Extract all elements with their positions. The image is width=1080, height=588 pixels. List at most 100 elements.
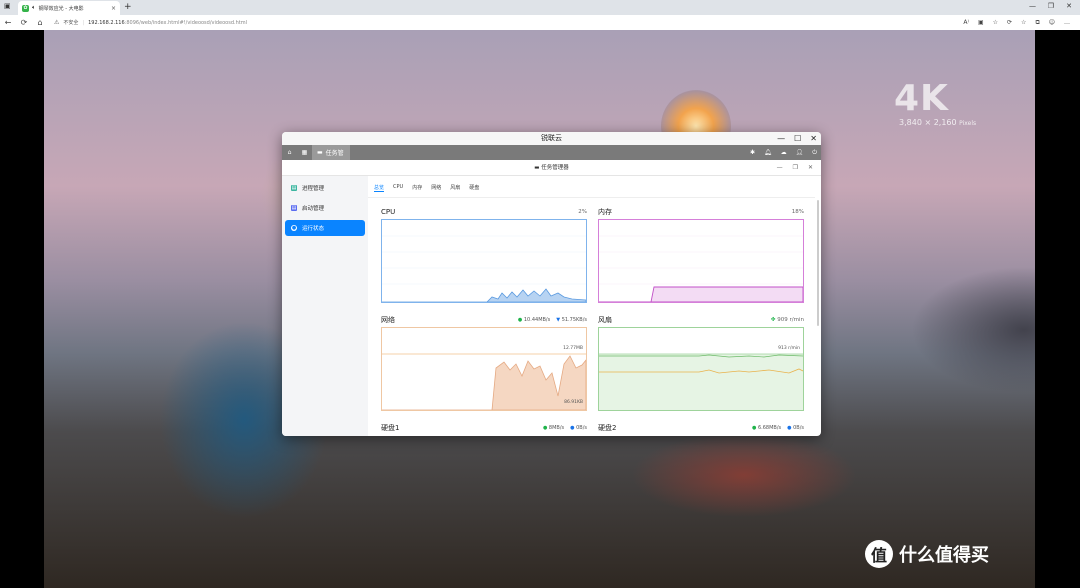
fan-label: 风扇	[598, 316, 612, 324]
memory-header: 内存 18%	[598, 206, 804, 218]
toolbar-right-icons: ✱ 🔔︎ ☁ 👤︎ ⏻	[750, 145, 817, 160]
fan-chart: 913 r/min	[598, 327, 804, 411]
network-panel: 网络 ● 10.44MB/s ▼ 51.75KB/s 12.77MB 86.91…	[381, 314, 587, 411]
app-minimize-button[interactable]: —	[777, 132, 785, 145]
settings-gear-icon[interactable]: ✱	[750, 149, 755, 156]
resolution-value: 3,840 × 2,160	[899, 118, 957, 127]
disk2-header: 硬盘2 ● 6.68MB/s ● 0B/s	[598, 422, 804, 434]
task-manager-titlebar[interactable]: ▬ 任务管理器 — ❐ ✕	[282, 160, 821, 176]
task-manager-window-controls: — ❐ ✕	[777, 160, 813, 176]
power-icon[interactable]: ⏻	[812, 149, 817, 157]
memory-usage-area	[599, 286, 803, 302]
tab-memory[interactable]: 内存	[412, 184, 422, 192]
disk1-read: 8MB/s	[548, 425, 565, 431]
disk2-write-dot-icon: ●	[787, 425, 792, 431]
refresh-icon[interactable]: ⟳	[16, 18, 32, 27]
back-icon[interactable]: ←	[0, 18, 16, 27]
url-host: 192.168.2.116	[88, 19, 125, 26]
cpu-value: 2%	[578, 209, 587, 215]
network-down: 10.44MB/s	[523, 317, 551, 323]
task-manager-sidebar: ▤ 进程管理 ▤ 启动管理 ● 运行状态	[282, 176, 368, 436]
status-icon: ●	[291, 225, 297, 231]
disk2-read-dot-icon: ●	[751, 425, 757, 431]
minimize-window-button[interactable]: —	[1029, 2, 1036, 10]
tab-disk[interactable]: 硬盘	[469, 184, 479, 192]
tab-actions-icon[interactable]: ▣	[4, 2, 11, 10]
fan-value: 909 r/min	[777, 317, 804, 323]
memory-label: 内存	[598, 208, 612, 216]
app-titlebar[interactable]: 锐联云 — ☐ ✕	[282, 132, 821, 145]
sidebar-item-status[interactable]: ● 运行状态	[285, 220, 365, 236]
disk2-write: 0B/s	[793, 425, 804, 431]
profile-icon[interactable]: ☺	[1049, 19, 1055, 26]
browser-toolbar: A⁾ ▣ ☆ ⟳ ☆ ⧉ ☺ …	[963, 15, 1070, 30]
taskbar-item-task-manager[interactable]: ▬ 任务管	[312, 145, 350, 160]
network-usage-area	[382, 355, 586, 410]
bell-icon[interactable]: 🔔︎	[764, 149, 772, 156]
user-icon[interactable]: 👤︎	[796, 149, 804, 156]
disk2-rates: ● 6.68MB/s ● 0B/s	[752, 425, 804, 431]
apps-grid-icon[interactable]: ▦	[297, 149, 312, 156]
memory-value: 18%	[791, 209, 804, 215]
security-label: 不安全	[63, 20, 79, 26]
watermark-text: 什么值得买	[899, 545, 989, 566]
tm-minimize-button[interactable]: —	[777, 160, 783, 176]
read-aloud-icon[interactable]: A⁾	[963, 19, 969, 26]
browser-tab[interactable]: ✿ 🔈︎ 钢琴效应光 - 大电影 ×	[18, 1, 120, 15]
tm-restore-button[interactable]: ❐	[793, 160, 798, 176]
home-icon[interactable]: ⌂	[32, 18, 48, 27]
close-window-button[interactable]: ✕	[1066, 2, 1072, 10]
network-chart-svg	[382, 353, 586, 410]
cloud-icon[interactable]: ☁	[781, 149, 787, 156]
disk2-label: 硬盘2	[598, 424, 617, 432]
favorite-icon[interactable]: ☆	[993, 19, 998, 26]
fan-speed-line	[599, 354, 803, 358]
home-icon[interactable]: ⌂	[282, 149, 297, 156]
tab-close-icon[interactable]: ×	[111, 5, 116, 12]
cpu-header: CPU 2%	[381, 206, 587, 218]
tab-network[interactable]: 网络	[431, 184, 441, 192]
app-toolbar: ⌂ ▦ ▬ 任务管 ✱ 🔔︎ ☁ 👤︎ ⏻	[282, 145, 821, 160]
tabs-divider	[368, 197, 815, 198]
tab-overview[interactable]: 总览	[374, 184, 385, 192]
warning-icon: ⚠	[54, 19, 60, 26]
network-up: 51.75KB/s	[561, 317, 587, 323]
app-close-button[interactable]: ✕	[810, 132, 817, 145]
upload-arrow-icon: ▼	[556, 317, 561, 323]
fan-chart-svg	[599, 328, 803, 374]
disk1-panel: 硬盘1 ● 8MB/s ● 0B/s	[381, 422, 587, 434]
collections-icon[interactable]: ⧉	[1035, 19, 1039, 27]
network-header: 网络 ● 10.44MB/s ▼ 51.75KB/s	[381, 314, 587, 326]
maximize-window-button[interactable]: ❐	[1048, 2, 1054, 10]
fan-secondary-line	[599, 368, 803, 374]
immersive-reader-icon[interactable]: ▣	[978, 19, 984, 26]
app-maximize-button[interactable]: ☐	[794, 132, 801, 145]
content-scrollbar[interactable]	[817, 200, 819, 326]
tab-bar: ✿ 🔈︎ 钢琴效应光 - 大电影 × + ▣ — ❐ ✕	[0, 0, 1080, 15]
sidebar-item-startup[interactable]: ▤ 启动管理	[285, 200, 365, 216]
url-field[interactable]: ⚠ 不安全 | 192.168.2.116:8096/web/index.htm…	[54, 19, 247, 26]
app-title: 锐联云	[541, 134, 562, 142]
url-divider: |	[82, 19, 85, 26]
new-tab-button[interactable]: +	[124, 2, 132, 12]
network-min-label: 86.91KB	[564, 400, 583, 405]
app-window-controls: — ☐ ✕	[777, 132, 817, 145]
fan-panel: 风扇 ✤ 909 r/min 913 r/min	[598, 314, 804, 411]
process-icon: ▤	[291, 185, 297, 191]
cpu-chart-svg	[382, 235, 586, 302]
status-content: 总览 CPU 内存 网络 风扇 硬盘 CPU 2% 内存 18% 网络 ● 10…	[368, 176, 821, 436]
speaker-icon[interactable]: 🔈︎	[32, 4, 36, 12]
more-icon[interactable]: …	[1064, 19, 1070, 26]
tm-close-button[interactable]: ✕	[808, 160, 813, 176]
favorites-list-icon[interactable]: ☆	[1021, 19, 1026, 26]
network-rates: ● 10.44MB/s ▼ 51.75KB/s	[518, 317, 587, 323]
disk1-write-dot-icon: ●	[570, 425, 575, 431]
url-path: :8096/web/index.html#!/videoosd/videoosd…	[124, 19, 247, 26]
sidebar-item-processes[interactable]: ▤ 进程管理	[285, 180, 365, 196]
tab-title: 钢琴效应光 - 大电影	[38, 5, 84, 12]
browser-chrome: ✿ 🔈︎ 钢琴效应光 - 大电影 × + ▣ — ❐ ✕ ← ⟳ ⌂ ⚠ 不安全…	[0, 0, 1080, 30]
tab-fan[interactable]: 风扇	[450, 184, 460, 192]
fan-icon: ✤	[770, 317, 776, 323]
sync-icon[interactable]: ⟳	[1007, 19, 1012, 26]
tab-cpu[interactable]: CPU	[393, 184, 403, 192]
